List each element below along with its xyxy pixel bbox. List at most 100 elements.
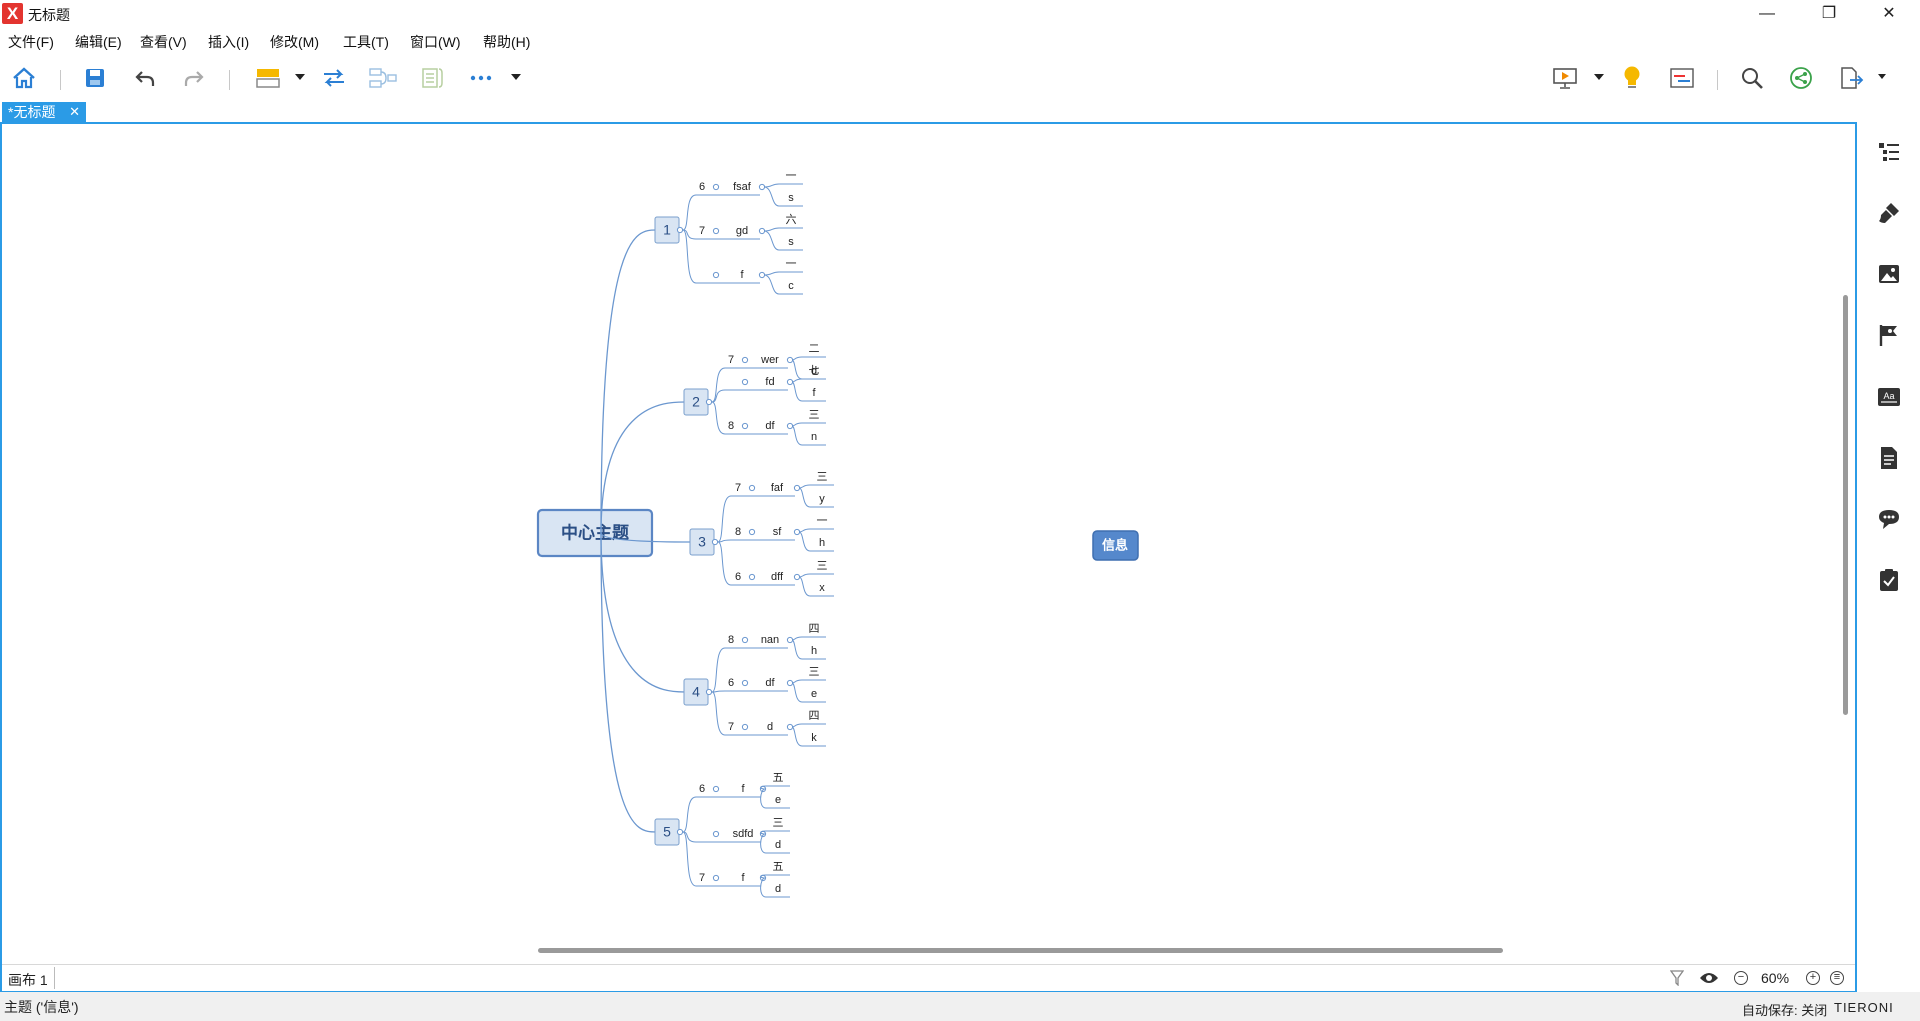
notes-icon[interactable] xyxy=(1876,445,1902,471)
child-topic-label: f xyxy=(741,783,745,795)
connector-line xyxy=(791,378,826,383)
child-topic-label: nan xyxy=(761,634,779,646)
marker-flag-icon[interactable] xyxy=(1876,322,1902,348)
eye-icon[interactable] xyxy=(1699,971,1719,985)
right-panel: Aa xyxy=(1857,122,1920,992)
collapse-dot[interactable] xyxy=(705,688,713,696)
collapse-dot[interactable] xyxy=(758,271,766,279)
collapse-dot[interactable] xyxy=(748,484,756,492)
child-marker-number: 8 xyxy=(728,634,734,646)
collapse-dot[interactable] xyxy=(712,183,720,191)
leaf-topic-label: c xyxy=(788,280,794,292)
collapse-dot[interactable] xyxy=(741,356,749,364)
connector-line xyxy=(791,679,826,684)
connector-line xyxy=(791,636,826,641)
collapse-dot[interactable] xyxy=(758,183,766,191)
branch-topic-label: 3 xyxy=(698,534,706,550)
image-icon[interactable] xyxy=(1876,261,1902,287)
collapse-dot[interactable] xyxy=(741,422,749,430)
collapse-dot[interactable] xyxy=(705,398,713,406)
comment-icon[interactable] xyxy=(1876,506,1902,532)
connector-line xyxy=(682,831,761,887)
connector-line xyxy=(717,539,795,543)
collapse-dot[interactable] xyxy=(786,636,794,644)
collapse-dot[interactable] xyxy=(786,356,794,364)
connector-line xyxy=(682,194,760,231)
leaf-topic-label: n xyxy=(811,431,817,443)
branch-topic-label: 2 xyxy=(692,394,700,410)
collapse-dot[interactable] xyxy=(786,723,794,731)
task-icon[interactable] xyxy=(1876,567,1902,593)
connector-line xyxy=(798,573,834,578)
connector-line xyxy=(711,647,788,693)
collapse-dot[interactable] xyxy=(786,378,794,386)
horizontal-scrollbar[interactable] xyxy=(538,948,1503,953)
collapse-dot[interactable] xyxy=(758,227,766,235)
child-topic-label: gd xyxy=(736,225,748,237)
leaf-topic-label: 三 xyxy=(817,560,828,572)
filter-icon[interactable] xyxy=(1670,970,1684,986)
connector-line xyxy=(682,229,760,284)
svg-text:Aa: Aa xyxy=(1883,391,1894,401)
connector-line xyxy=(600,229,657,534)
collapse-dot[interactable] xyxy=(741,636,749,644)
collapse-dot[interactable] xyxy=(741,378,749,386)
child-topic-label: wer xyxy=(760,354,779,366)
connector-line xyxy=(798,576,834,597)
child-topic-label: fsaf xyxy=(733,181,752,193)
leaf-topic-label: f xyxy=(812,387,816,399)
leaf-topic-label: 三 xyxy=(809,409,820,421)
collapse-dot[interactable] xyxy=(712,874,720,882)
connector-line xyxy=(763,271,803,276)
connector-line xyxy=(711,690,788,693)
child-topic-label: faf xyxy=(771,482,784,494)
collapse-dot[interactable] xyxy=(676,226,684,234)
child-topic-label: d xyxy=(767,721,773,733)
connector-line xyxy=(711,691,788,736)
connector-line xyxy=(791,381,826,402)
zoom-out-button[interactable]: − xyxy=(1734,971,1748,985)
child-marker-number: 6 xyxy=(728,677,734,689)
fit-view-button[interactable]: ≡ xyxy=(1830,971,1844,985)
child-topic-label: f xyxy=(741,872,745,884)
collapse-dot[interactable] xyxy=(748,528,756,536)
leaf-topic-label: 二 xyxy=(809,343,820,355)
leaf-topic-label: 一 xyxy=(786,258,797,270)
collapse-dot[interactable] xyxy=(676,828,684,836)
connector-line xyxy=(717,541,795,586)
collapse-dot[interactable] xyxy=(741,679,749,687)
leaf-topic-label: s xyxy=(788,236,794,248)
connector-line xyxy=(717,495,795,543)
child-topic-label: df xyxy=(765,677,775,689)
outline-icon[interactable] xyxy=(1876,139,1902,165)
collapse-dot[interactable] xyxy=(793,484,801,492)
collapse-dot[interactable] xyxy=(786,422,794,430)
status-autosave[interactable]: 自动保存: 关闭 xyxy=(1742,1000,1827,1019)
text-style-icon[interactable]: Aa xyxy=(1876,384,1902,410)
connector-line xyxy=(763,186,803,207)
format-brush-icon[interactable] xyxy=(1876,200,1902,226)
collapse-dot[interactable] xyxy=(711,538,719,546)
collapse-dot[interactable] xyxy=(712,785,720,793)
zoom-in-button[interactable]: + xyxy=(1806,971,1820,985)
collapse-dot[interactable] xyxy=(712,830,720,838)
collapse-dot[interactable] xyxy=(712,227,720,235)
zoom-level: 60% xyxy=(1761,970,1790,986)
leaf-topic-label: e xyxy=(811,688,817,700)
collapse-dot[interactable] xyxy=(741,723,749,731)
connector-line xyxy=(791,422,826,427)
connector-line xyxy=(763,183,803,188)
sheet-tab[interactable]: 画布 1 xyxy=(8,970,48,990)
collapse-dot[interactable] xyxy=(793,573,801,581)
collapse-dot[interactable] xyxy=(748,573,756,581)
collapse-dot[interactable] xyxy=(712,271,720,279)
leaf-topic-label: 一 xyxy=(817,515,828,527)
connector-line xyxy=(711,367,788,403)
child-topic-label: f xyxy=(740,269,744,281)
vertical-scrollbar[interactable] xyxy=(1843,295,1848,715)
collapse-dot[interactable] xyxy=(793,528,801,536)
status-tiers: TIERONI xyxy=(1834,1000,1894,1015)
collapse-dot[interactable] xyxy=(786,679,794,687)
connector-line xyxy=(791,639,826,660)
leaf-topic-label: s xyxy=(788,192,794,204)
